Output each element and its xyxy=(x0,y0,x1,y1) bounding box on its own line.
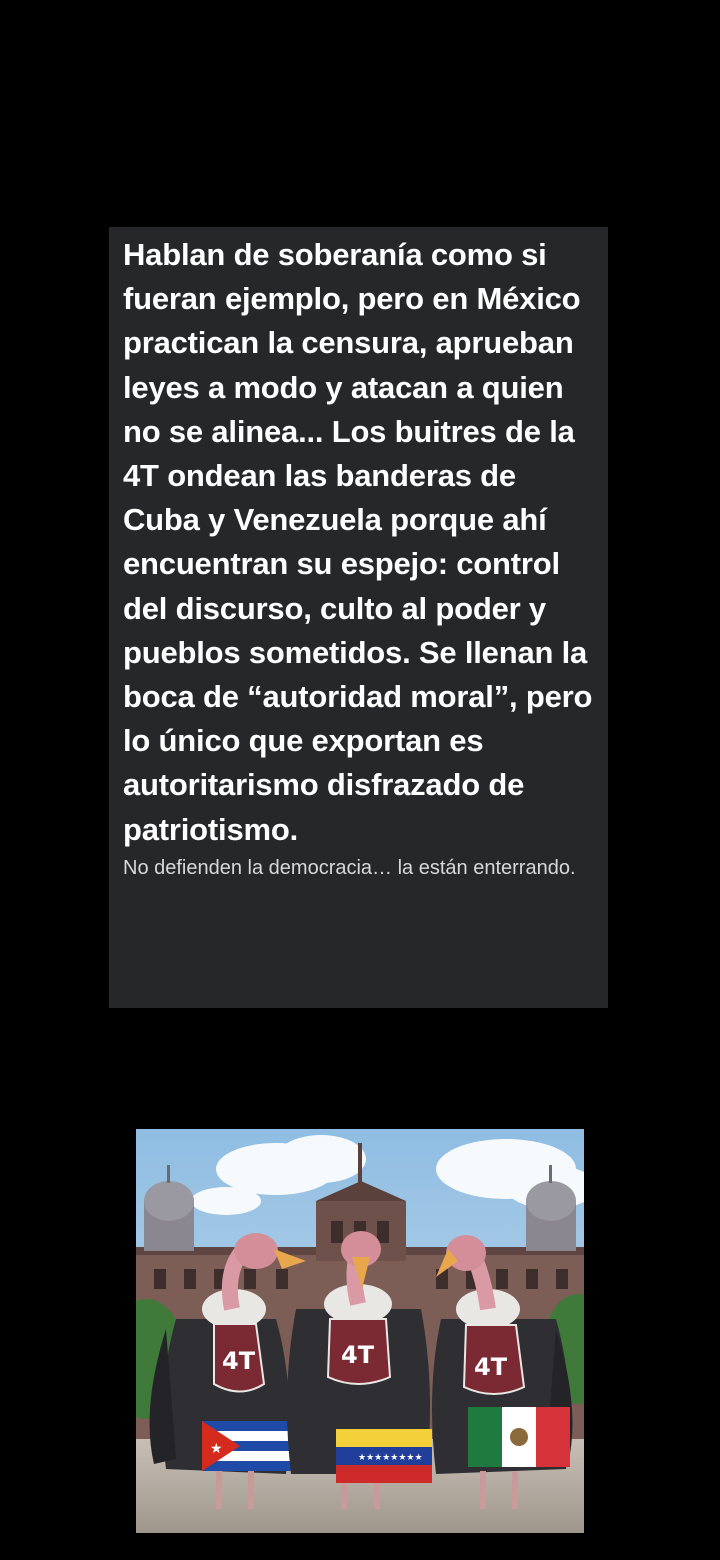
badge-text-right: 4T xyxy=(474,1353,508,1381)
badge-text-center: 4T xyxy=(341,1341,375,1369)
cuba-flag: ★ xyxy=(202,1421,296,1471)
svg-text:★★★★★★★★: ★★★★★★★★ xyxy=(358,1453,423,1463)
mexico-flag xyxy=(468,1407,570,1467)
post-caption: No defienden la democracia… la están ent… xyxy=(123,856,576,879)
post-image[interactable]: 4T ★ 4T ★★★★★★★★ 4T xyxy=(136,1129,584,1533)
post-text: Hablan de soberanía como si fueran ejemp… xyxy=(123,237,593,847)
venezuela-flag: ★★★★★★★★ xyxy=(336,1429,432,1483)
badge-text-left: 4T xyxy=(222,1347,256,1375)
post-card: Hablan de soberanía como si fueran ejemp… xyxy=(109,227,608,1008)
vultures-illustration: 4T ★ 4T ★★★★★★★★ 4T xyxy=(136,1129,584,1533)
svg-text:★: ★ xyxy=(210,1441,223,1457)
